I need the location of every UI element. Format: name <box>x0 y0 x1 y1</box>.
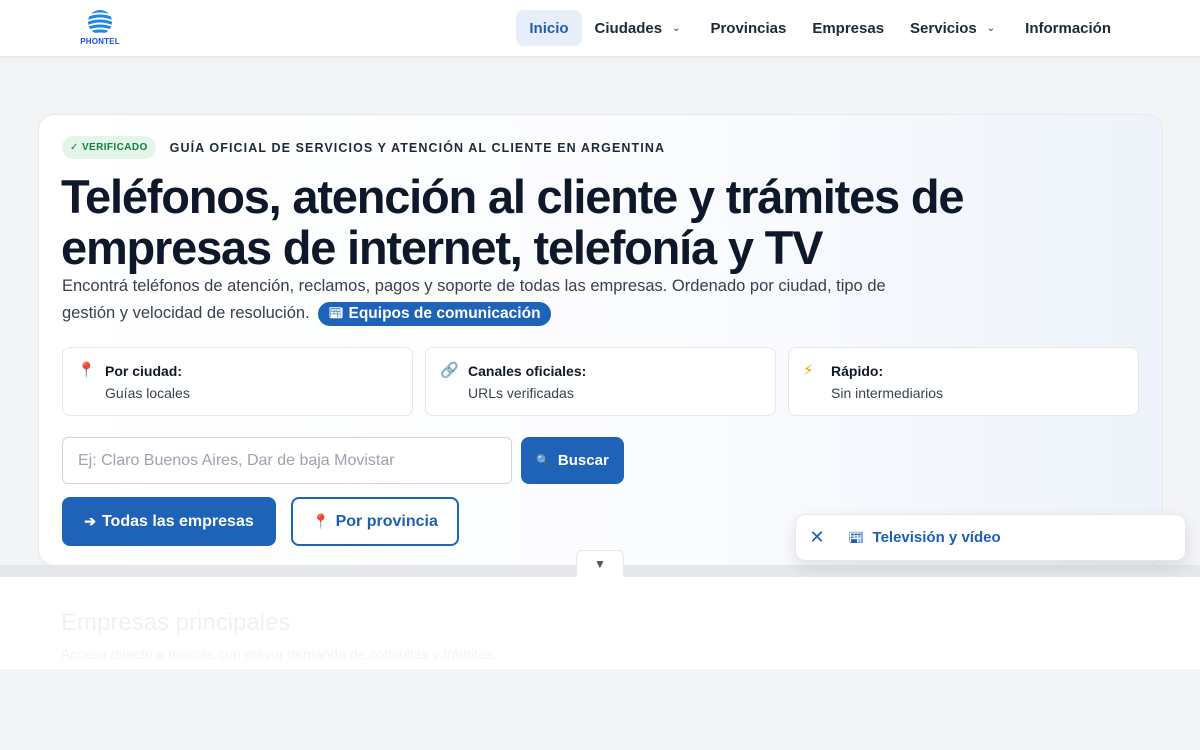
feature-subtitle: Sin intermediarios <box>831 385 944 401</box>
close-icon[interactable]: ✕ <box>796 527 838 548</box>
feature-title: Por ciudad: <box>105 363 183 379</box>
nav-ciudades[interactable]: Ciudades ⌄ <box>582 10 694 46</box>
feature-card-canales: 🔗 Canales oficiales: URLs verificadas <box>425 347 776 416</box>
companies-section-subtitle: Acceso directo a marcas con mayor demand… <box>61 646 497 662</box>
nav-informacion-label: Información <box>1025 19 1111 37</box>
nav-servicios[interactable]: Servicios ⌄ <box>897 10 1008 46</box>
nav-empresas-label: Empresas <box>812 19 885 37</box>
pin-icon: 📍 <box>312 513 330 529</box>
nav-provincias[interactable]: Provincias <box>697 10 799 46</box>
nav-ciudades-label: Ciudades <box>594 19 663 37</box>
phontel-logo[interactable]: PHONTEL <box>78 9 122 49</box>
search-icon: 🔍 <box>536 455 550 467</box>
pill-label: Equipos de comunicación <box>348 305 541 323</box>
newspaper-icon: 📰︎ <box>328 306 344 321</box>
feature-title: Canales oficiales: <box>468 363 587 379</box>
nav-provincias-label: Provincias <box>710 19 787 37</box>
feature-card-rapido: ⚡ Rápido: Sin intermediarios <box>788 347 1139 416</box>
feature-card-ciudad: 📍 Por ciudad: Guías locales <box>62 347 413 416</box>
chevron-down-icon: ⌄ <box>986 22 996 34</box>
all-companies-button[interactable]: ➔ Todas las empresas <box>62 497 276 546</box>
nav-servicios-label: Servicios <box>910 19 977 37</box>
hero-lead: Encontrá teléfonos de atención, reclamos… <box>62 273 892 327</box>
nav-empresas[interactable]: Empresas <box>799 10 897 46</box>
verified-badge: ✓ VERIFICADO <box>62 136 156 159</box>
by-province-button[interactable]: 📍 Por provincia <box>291 497 459 546</box>
globe-logo-icon <box>88 10 112 34</box>
equipos-pill-link[interactable]: 📰︎ Equipos de comunicación <box>318 301 551 326</box>
by-province-label: Por provincia <box>335 512 438 530</box>
pin-icon: 📍 <box>77 362 96 379</box>
caret-down-icon: ▼ <box>594 557 606 571</box>
search-button[interactable]: 🔍 Buscar <box>521 437 624 484</box>
main-nav: Inicio Ciudades ⌄ Provincias Empresas Se… <box>516 10 1124 46</box>
feature-cards: 📍 Por ciudad: Guías locales 🔗 Canales of… <box>62 347 1139 416</box>
arrow-right-icon: ➔ <box>84 513 96 529</box>
site-header: PHONTEL Inicio Ciudades ⌄ Provincias Emp… <box>0 0 1200 57</box>
companies-section-title: Empresas principales <box>61 609 291 636</box>
search-input[interactable] <box>62 437 512 484</box>
toast-label: Televisión y vídeo <box>872 529 1001 546</box>
lightning-icon: ⚡ <box>803 362 814 379</box>
nav-informacion[interactable]: Información <box>1012 10 1124 46</box>
feature-subtitle: URLs verificadas <box>468 385 574 401</box>
logo-wordmark: PHONTEL <box>80 37 120 46</box>
feature-subtitle: Guías locales <box>105 385 190 401</box>
hero-eyebrow: GUÍA OFICIAL DE SERVICIOS Y ATENCIÓN AL … <box>169 140 666 155</box>
hero-badge-row: ✓ VERIFICADO GUÍA OFICIAL DE SERVICIOS Y… <box>62 136 665 159</box>
nav-inicio-label: Inicio <box>529 19 569 37</box>
link-icon: 🔗 <box>440 362 459 379</box>
nav-inicio[interactable]: Inicio <box>516 10 582 46</box>
feature-title: Rápido: <box>831 363 884 379</box>
newspaper-icon: 📰︎ <box>848 529 865 545</box>
search-button-label: Buscar <box>557 452 609 469</box>
hero-card: ✓ VERIFICADO GUÍA OFICIAL DE SERVICIOS Y… <box>38 114 1163 566</box>
hero-title: Teléfonos, atención al cliente y trámite… <box>61 170 964 274</box>
expand-toggle[interactable]: ▼ <box>576 550 624 577</box>
category-toast[interactable]: ✕ 📰︎ Televisión y vídeo <box>795 514 1186 561</box>
all-companies-label: Todas las empresas <box>101 512 254 530</box>
companies-section: Empresas principales Acceso directo a ma… <box>0 576 1200 669</box>
chevron-down-icon: ⌄ <box>672 22 681 34</box>
